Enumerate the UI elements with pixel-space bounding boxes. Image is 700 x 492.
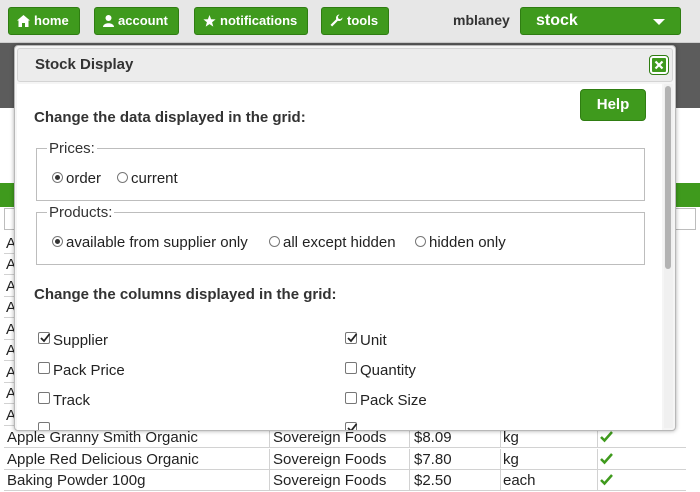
columns-heading: Change the columns displayed in the grid…: [34, 286, 337, 303]
quantity-checkbox-label: Quantity: [360, 362, 416, 379]
dialog-title: Stock Display: [17, 48, 673, 82]
checkbox-checked[interactable]: [38, 332, 51, 344]
supplier-cell: Sovereign Foods: [273, 451, 387, 468]
help-button[interactable]: Help: [580, 89, 646, 121]
home-icon: [17, 15, 30, 27]
checkmark-icon: [40, 333, 51, 343]
radio-selected[interactable]: [52, 172, 63, 183]
checkmark-icon: [347, 333, 358, 343]
products-available-label: available from supplier only: [66, 234, 248, 251]
table-row[interactable]: Apple Red Delicious Organic Sovereign Fo…: [4, 449, 686, 470]
products-hidden-only-radio[interactable]: hidden only: [415, 234, 506, 251]
checkbox-unchecked[interactable]: [38, 422, 50, 430]
cut-off-checkbox[interactable]: [38, 422, 53, 430]
price-cell: $2.50: [414, 472, 452, 489]
tools-label: tools: [347, 13, 379, 28]
cut-off-checkbox[interactable]: [345, 422, 360, 430]
close-button[interactable]: [649, 55, 669, 75]
price-cell: $7.80: [414, 451, 452, 468]
chevron-down-icon: [653, 19, 665, 25]
grid-data-heading: Change the data displayed in the grid:: [34, 109, 306, 126]
price-current-radio[interactable]: current: [117, 170, 178, 187]
scrollbar-thumb[interactable]: [665, 86, 671, 269]
checkmark-icon: [600, 453, 613, 465]
price-current-label: current: [131, 170, 178, 187]
supplier-cell: Sovereign Foods: [273, 472, 387, 489]
pack-price-checkbox[interactable]: Pack Price: [38, 362, 125, 379]
username: mblaney: [453, 12, 510, 28]
pack-size-checkbox-label: Pack Size: [360, 392, 427, 409]
products-all-except-hidden-radio[interactable]: all except hidden: [269, 234, 396, 251]
top-nav: home account notifications tools mblaney…: [0, 0, 700, 43]
table-row[interactable]: Baking Powder 100g Sovereign Foods $2.50…: [4, 470, 686, 491]
module-select-value: stock: [536, 12, 578, 29]
dialog-body: Help Change the data displayed in the gr…: [17, 84, 662, 430]
radio-unselected[interactable]: [269, 236, 280, 247]
pack-size-checkbox[interactable]: Pack Size: [345, 392, 427, 409]
notifications-button[interactable]: notifications: [194, 7, 309, 35]
supplier-checkbox[interactable]: Supplier: [38, 332, 108, 349]
checkmark-icon: [600, 431, 613, 443]
quantity-checkbox[interactable]: Quantity: [345, 362, 416, 379]
account-button[interactable]: account: [94, 7, 179, 35]
home-label: home: [34, 13, 69, 28]
home-button[interactable]: home: [8, 7, 80, 35]
unit-checkbox-label: Unit: [360, 332, 387, 349]
price-order-label: order: [66, 170, 102, 187]
products-legend: Products:: [49, 204, 113, 221]
account-label: account: [118, 13, 168, 28]
radio-unselected[interactable]: [117, 172, 128, 183]
checkmark-icon: [600, 474, 613, 486]
radio-selected[interactable]: [52, 236, 63, 247]
dialog-scrollbar[interactable]: [664, 84, 673, 428]
products-all-except-hidden-label: all except hidden: [283, 234, 396, 251]
tools-button[interactable]: tools: [321, 7, 390, 35]
user-icon: [103, 15, 114, 27]
price-order-radio[interactable]: order: [52, 170, 101, 187]
checkbox-checked[interactable]: [345, 332, 358, 344]
products-available-radio[interactable]: available from supplier only: [52, 234, 248, 251]
products-hidden-only-label: hidden only: [429, 234, 506, 251]
unit-cell: each: [503, 472, 536, 489]
product-cell: Baking Powder 100g: [7, 472, 146, 489]
prices-legend: Prices:: [49, 140, 95, 157]
track-checkbox[interactable]: Track: [38, 392, 90, 409]
notifications-label: notifications: [220, 13, 298, 28]
close-icon: [654, 60, 664, 70]
stock-display-dialog: Stock Display Help Change the data displ…: [14, 45, 676, 431]
supplier-checkbox-label: Supplier: [53, 332, 109, 349]
checkbox-unchecked[interactable]: [38, 392, 50, 404]
checkbox-unchecked[interactable]: [38, 362, 50, 374]
pack-price-checkbox-label: Pack Price: [53, 362, 125, 379]
checkbox-checked[interactable]: [345, 422, 358, 430]
star-icon: [203, 15, 216, 27]
unit-checkbox[interactable]: Unit: [345, 332, 387, 349]
module-select[interactable]: stock: [520, 7, 681, 35]
checkmark-icon: [347, 423, 358, 430]
track-checkbox-label: Track: [53, 392, 90, 409]
checkbox-unchecked[interactable]: [345, 362, 357, 374]
unit-cell: kg: [503, 451, 519, 468]
product-cell: Apple Red Delicious Organic: [7, 451, 199, 468]
wrench-icon: [330, 14, 343, 27]
checkbox-unchecked[interactable]: [345, 392, 357, 404]
radio-unselected[interactable]: [415, 236, 426, 247]
